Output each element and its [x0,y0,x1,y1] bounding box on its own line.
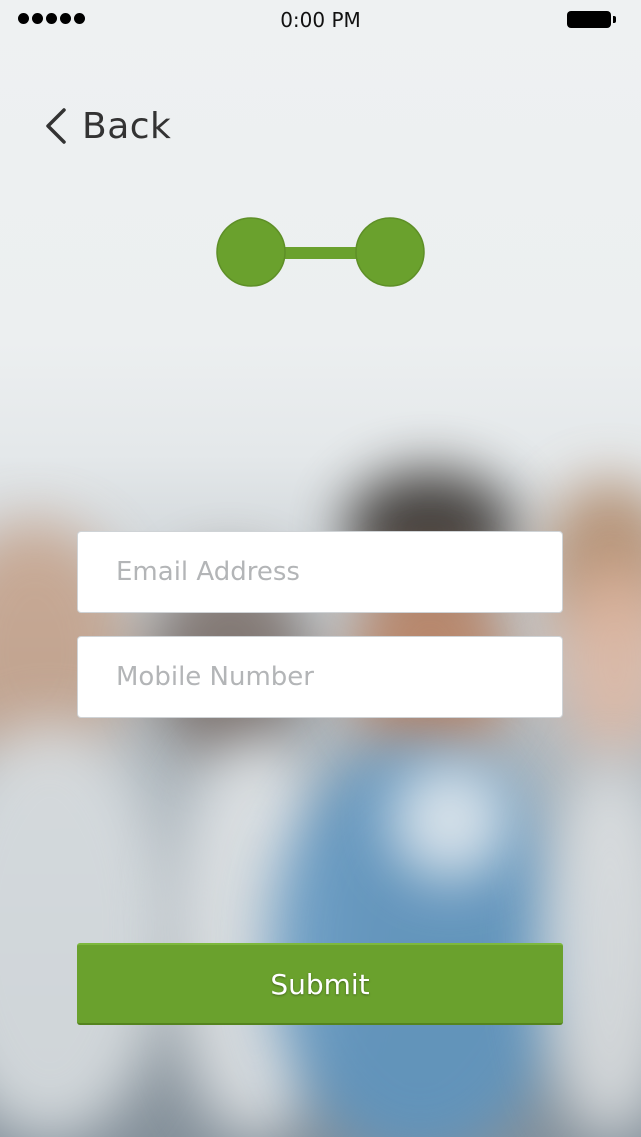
chevron-left-icon [46,108,66,144]
back-button[interactable]: Back [44,102,171,150]
step-indicator [216,217,425,287]
back-label: Back [82,105,172,147]
battery-icon [567,11,616,28]
status-time: 0:00 PM [280,8,361,32]
submit-button[interactable]: Submit [77,943,563,1025]
step-2-dot [355,217,425,287]
mobile-field-container [77,636,563,718]
signup-form [77,531,565,741]
step-1-dot [216,217,286,287]
mobile-number-input[interactable] [114,661,562,693]
screen: 0:00 PM Back Submit [0,0,641,1137]
email-input[interactable] [114,556,562,588]
status-bar: 0:00 PM [0,0,641,40]
email-field-container [77,531,563,613]
